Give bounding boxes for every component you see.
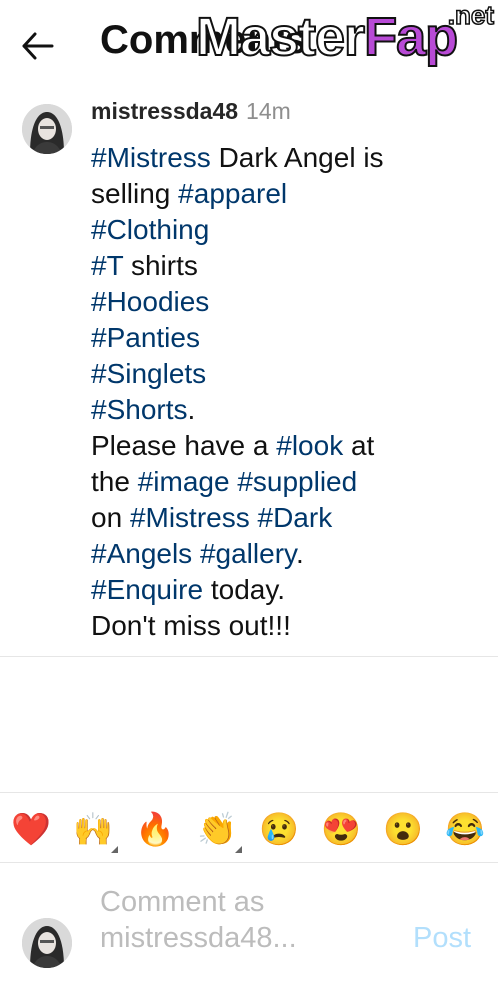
post-username[interactable]: mistressda48 — [91, 98, 238, 124]
caption-line: #Clothing — [91, 212, 486, 248]
heart-eyes-emoji-icon[interactable]: 😍 — [320, 809, 362, 849]
post-timestamp: 14m — [246, 98, 291, 124]
caption-line: #Singlets — [91, 356, 486, 392]
caption-line: #Panties — [91, 320, 486, 356]
hashtag-link[interactable]: #Singlets — [91, 358, 206, 389]
hashtag-link[interactable]: #T — [91, 250, 123, 281]
hashtag-link[interactable]: #Mistress — [91, 142, 211, 173]
post-button[interactable]: Post — [413, 922, 471, 955]
tears-of-joy-emoji-icon[interactable]: 😂 — [444, 809, 486, 849]
divider — [0, 862, 498, 863]
caption-text: . — [295, 538, 304, 569]
hashtag-link[interactable]: #Panties — [91, 322, 200, 353]
hashtag-link[interactable]: #Hoodies — [91, 286, 209, 317]
comment-input[interactable]: Comment as mistressda48... — [100, 884, 380, 956]
caption-text: Please have a — [91, 430, 277, 461]
more-variants-indicator — [111, 846, 118, 853]
surprised-face-emoji-icon[interactable]: 😮 — [382, 809, 424, 849]
hashtag-link[interactable]: #apparel — [178, 178, 287, 209]
post-meta: mistressda48 14m — [91, 98, 291, 125]
cut-off-text — [0, 984, 498, 1000]
hashtag-link[interactable]: #image — [138, 466, 230, 497]
app-header: Comments MasterFap .net — [0, 0, 498, 90]
caption-text: shirts — [123, 250, 198, 281]
caption-line: Don't miss out!!! — [91, 608, 486, 644]
hashtag-link[interactable]: #Dark — [258, 502, 333, 533]
hashtag-link[interactable]: #Shorts — [91, 394, 188, 425]
caption-text: at — [343, 430, 375, 461]
caption-line: the #image #supplied — [91, 464, 486, 500]
hashtag-link[interactable]: #Clothing — [91, 214, 209, 245]
caption-line: #T shirts — [91, 248, 486, 284]
caption-text — [250, 502, 258, 533]
hashtag-link[interactable]: #look — [276, 430, 343, 461]
profile-photo-icon — [22, 104, 72, 154]
caption-text: on — [91, 502, 130, 533]
divider — [0, 656, 498, 657]
caption-text: today. — [203, 574, 286, 605]
comment-avatar — [22, 918, 72, 968]
hashtag-link[interactable]: #Angels — [91, 538, 192, 569]
hashtag-link[interactable]: #Mistress — [130, 502, 250, 533]
caption-line: #Shorts. — [91, 392, 486, 428]
caption-text: Dark Angel is — [210, 142, 384, 173]
emoji-reaction-bar: ❤️ 🙌 🔥 👏 😢 😍 😮 😂 — [0, 805, 498, 855]
more-variants-indicator — [235, 846, 242, 853]
hashtag-link[interactable]: #Enquire — [91, 574, 203, 605]
clapping-hands-emoji-icon[interactable]: 👏 — [196, 809, 242, 853]
avatar[interactable] — [22, 104, 72, 154]
watermark-logo: MasterFap .net — [195, 0, 495, 68]
heart-emoji-icon[interactable]: ❤️ — [10, 809, 52, 849]
caption-line: #Enquire today. — [91, 572, 486, 608]
caption-line: #Mistress Dark Angel is — [91, 140, 486, 176]
crying-face-emoji-icon[interactable]: 😢 — [258, 809, 300, 849]
caption-line: #Angels #gallery. — [91, 536, 486, 572]
caption-text — [192, 538, 200, 569]
caption-text: selling — [91, 178, 179, 209]
caption-line: on #Mistress #Dark — [91, 500, 486, 536]
caption-line: selling #apparel — [91, 176, 486, 212]
back-arrow-icon[interactable] — [18, 26, 58, 66]
divider — [0, 792, 498, 793]
caption-line: Please have a #look at — [91, 428, 486, 464]
fire-emoji-icon[interactable]: 🔥 — [134, 809, 176, 849]
raising-hands-emoji-icon[interactable]: 🙌 — [72, 809, 118, 853]
profile-photo-icon — [22, 918, 72, 968]
caption-text: . — [187, 394, 196, 425]
caption-text: Don't miss out!!! — [91, 610, 291, 641]
hashtag-link[interactable]: #gallery — [200, 538, 296, 569]
caption-line: #Hoodies — [91, 284, 486, 320]
caption-text: the — [91, 466, 138, 497]
post-caption: #Mistress Dark Angel is selling #apparel #… — [91, 140, 486, 644]
hashtag-link[interactable]: #supplied — [237, 466, 357, 497]
